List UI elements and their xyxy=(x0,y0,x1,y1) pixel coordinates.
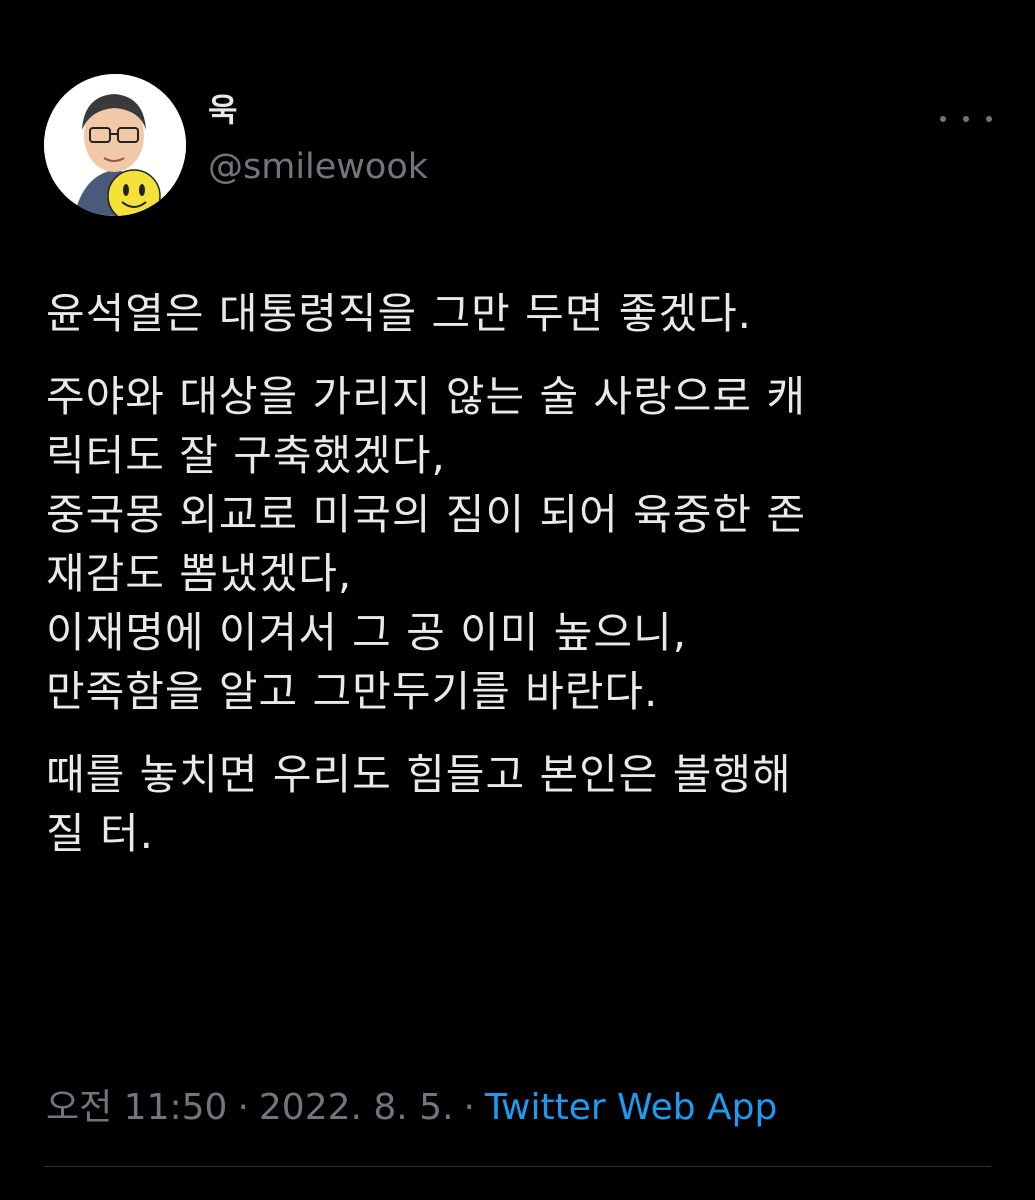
tweet-paragraph: 윤석열은 대통령직을 그만 두면 좋겠다. xyxy=(46,284,1006,343)
tweet-source-link[interactable]: Twitter Web App xyxy=(485,1087,777,1128)
avatar-image xyxy=(44,74,186,216)
avatar[interactable] xyxy=(44,74,186,216)
tweet-paragraph: 주야와 대상을 가리지 않는 술 사랑으로 캐 릭터도 잘 구축했겠다, 중국몽… xyxy=(46,367,1006,721)
divider xyxy=(44,1166,991,1167)
ellipsis-icon xyxy=(963,116,969,122)
tweet-line: 만족함을 알고 그만두기를 바란다. xyxy=(46,667,659,716)
ellipsis-icon xyxy=(986,116,992,122)
tweet-line: 때를 놓치면 우리도 힘들고 본인은 불행해 xyxy=(46,750,792,799)
tweet-metadata: 오전 11:50 · 2022. 8. 5. · Twitter Web App xyxy=(46,1086,777,1130)
tweet-text: 윤석열은 대통령직을 그만 두면 좋겠다. 주야와 대상을 가리지 않는 술 사… xyxy=(46,284,1006,887)
display-name[interactable]: 욱 xyxy=(208,94,237,126)
user-handle[interactable]: @smilewook xyxy=(208,150,428,185)
tweet-line: 재감도 뽐냈겠다, xyxy=(46,549,353,598)
more-options-button[interactable] xyxy=(940,104,992,134)
tweet-line: 이재명에 이겨서 그 공 이미 높으니, xyxy=(46,608,688,657)
tweet-date[interactable]: 2022. 8. 5. xyxy=(259,1087,454,1128)
tweet-line: 중국몽 외교로 미국의 짐이 되어 육중한 존 xyxy=(46,490,806,539)
tweet-time[interactable]: 오전 11:50 xyxy=(46,1087,227,1128)
separator: · xyxy=(237,1087,249,1128)
tweet-detail: 욱 @smilewook 윤석열은 대통령직을 그만 두면 좋겠다. 주야와 대… xyxy=(0,0,1035,1200)
tweet-line: 질 터. xyxy=(46,809,154,858)
tweet-line: 릭터도 잘 구축했겠다, xyxy=(46,431,446,480)
tweet-paragraph: 때를 놓치면 우리도 힘들고 본인은 불행해 질 터. xyxy=(46,745,1006,863)
ellipsis-icon xyxy=(940,116,946,122)
separator: · xyxy=(463,1087,475,1128)
tweet-line: 주야와 대상을 가리지 않는 술 사랑으로 캐 xyxy=(46,372,806,421)
tweet-line: 윤석열은 대통령직을 그만 두면 좋겠다. xyxy=(46,289,752,338)
